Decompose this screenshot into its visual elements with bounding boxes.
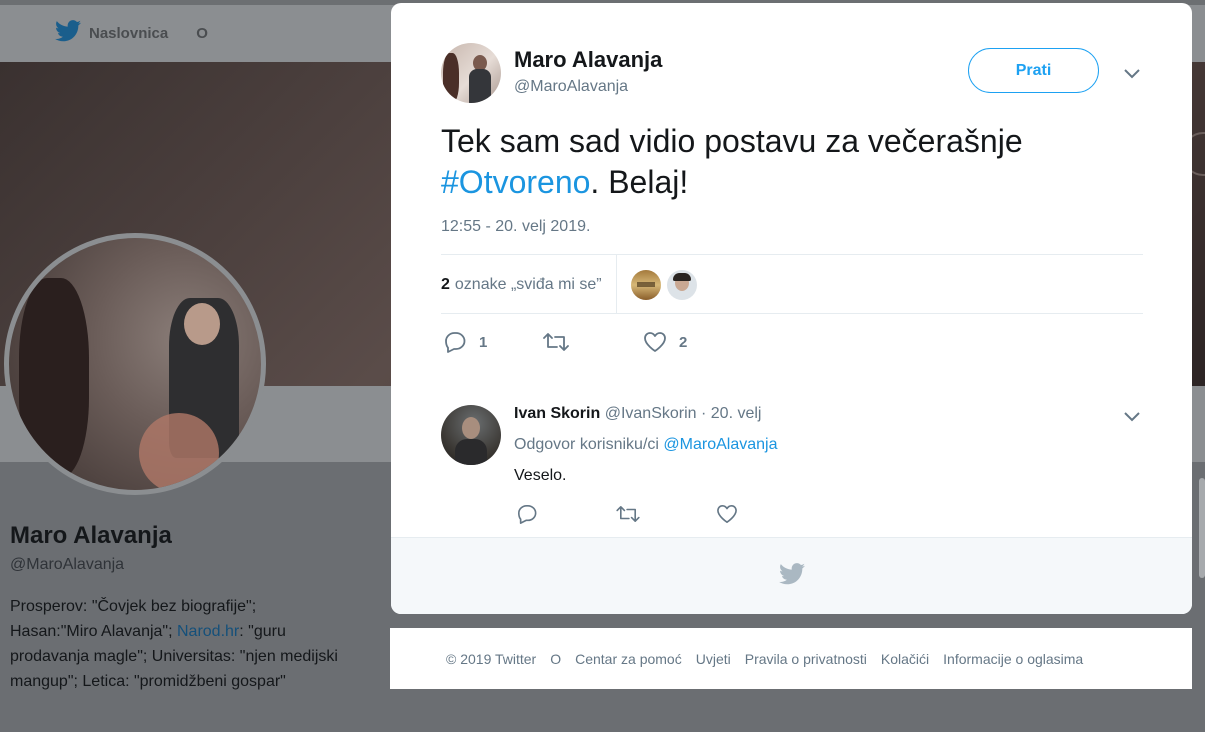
background-nav: Naslovnica O (55, 20, 208, 46)
like-count: 2 (679, 333, 688, 351)
footer-link-about[interactable]: O (550, 651, 561, 667)
profile-avatar[interactable] (4, 233, 266, 495)
author-name[interactable]: Maro Alavanja (514, 47, 662, 73)
likes-label: oznake „sviđa mi se” (454, 275, 602, 293)
retweet-button[interactable] (616, 504, 716, 524)
reply-author-avatar[interactable] (441, 405, 501, 465)
chevron-down-icon[interactable] (1122, 407, 1142, 427)
bio-link[interactable]: Narod.hr (177, 623, 239, 640)
retweet-icon (616, 505, 640, 523)
twitter-bird-icon (55, 20, 81, 46)
like-button[interactable] (716, 504, 816, 524)
footer-link-cookies[interactable]: Kolačići (881, 651, 929, 667)
twitter-bird-icon (778, 562, 805, 590)
footer-link-terms[interactable]: Uvjeti (696, 651, 731, 667)
reply-text: Veselo. (514, 467, 567, 484)
nav-home-label: Naslovnica (89, 24, 169, 42)
reply-to-mention[interactable]: @MaroAlavanja (663, 436, 777, 453)
reply-to-line: Odgovor korisniku/ci @MaroAlavanja (514, 436, 777, 454)
liker-avatar[interactable] (666, 269, 697, 300)
tweet-actions: 1 2 (443, 331, 743, 353)
tweet-timestamp[interactable]: 12:55 - 20. velj 2019. (441, 218, 590, 236)
reply-header: Ivan Skorin @IvanSkorin · 20. velj (514, 405, 761, 423)
tweet-text-part2: . Belaj! (590, 164, 689, 200)
retweet-button[interactable] (543, 332, 643, 352)
nav-about[interactable]: O (196, 25, 208, 42)
like-button[interactable]: 2 (643, 331, 743, 353)
likes-summary[interactable]: 2 oznake „sviđa mi se” (441, 255, 617, 314)
follow-button[interactable]: Prati (968, 48, 1099, 93)
nav-home[interactable]: Naslovnica (55, 20, 168, 46)
profile-bio: Prosperov: "Čovjek bez biografije"; Hasa… (10, 594, 340, 694)
reply-author-handle[interactable]: @IvanSkorin (605, 405, 697, 422)
modal-footer (391, 537, 1192, 614)
profile-name: Maro Alavanja (10, 522, 172, 549)
nav-about-label: O (196, 24, 208, 42)
heart-icon (716, 504, 738, 524)
tweet-text-part1: Tek sam sad vidio postavu za večerašnje (441, 123, 1023, 159)
tweet-hashtag[interactable]: #Otvoreno (441, 164, 590, 200)
footer-link-help[interactable]: Centar za pomoć (575, 651, 682, 667)
footer-link-privacy[interactable]: Pravila o privatnosti (745, 651, 867, 667)
tweet-stats: 2 oznake „sviđa mi se” (441, 255, 1143, 314)
liker-avatar[interactable] (630, 269, 661, 300)
reply-icon (443, 331, 467, 353)
heart-icon (643, 331, 667, 353)
reply-button[interactable] (516, 504, 616, 524)
reply-to-label: Odgovor korisniku/ci (514, 436, 664, 453)
chevron-down-icon[interactable] (1122, 64, 1142, 84)
footer-copyright: © 2019 Twitter (446, 650, 537, 667)
retweet-icon (543, 332, 569, 352)
likes-count: 2 (441, 275, 450, 293)
likers-list (617, 269, 697, 300)
divider (441, 313, 1143, 314)
tweet-text: Tek sam sad vidio postavu za večerašnje … (441, 121, 1121, 203)
author-handle[interactable]: @MaroAlavanja (514, 78, 628, 96)
footer-link-ads[interactable]: Informacije o oglasima (943, 651, 1083, 667)
tweet-modal: Maro Alavanja @MaroAlavanja Prati Tek sa… (391, 3, 1192, 614)
page-footer: © 2019 Twitter O Centar za pomoć Uvjeti … (390, 628, 1192, 689)
scrollbar[interactable] (1199, 478, 1205, 578)
reply-count: 1 (479, 333, 488, 351)
reply-actions (516, 504, 816, 524)
reply-author-name[interactable]: Ivan Skorin (514, 405, 600, 422)
reply-button[interactable]: 1 (443, 331, 543, 353)
profile-handle: @MaroAlavanja (10, 556, 125, 573)
author-avatar[interactable] (441, 43, 501, 103)
reply-icon (516, 504, 538, 524)
reply-date[interactable]: · 20. velj (697, 405, 761, 422)
